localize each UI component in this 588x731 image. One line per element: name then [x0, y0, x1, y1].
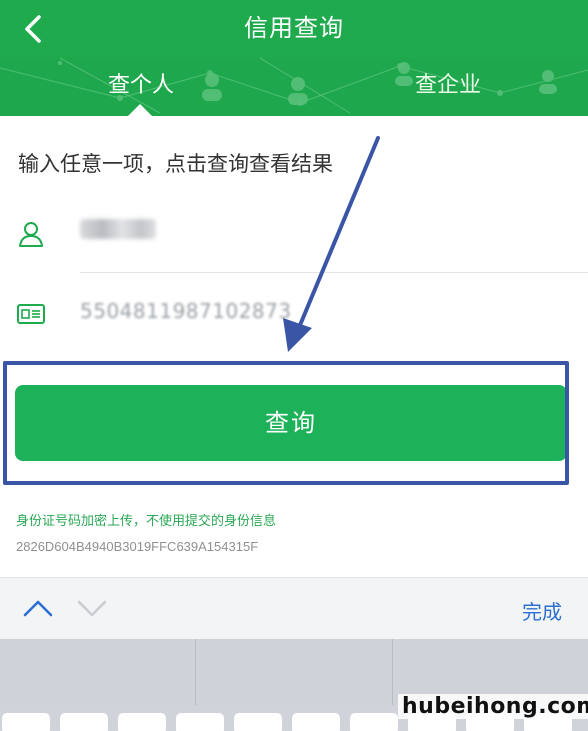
annotation-arrow — [283, 136, 380, 352]
watermark-text: hubeihong.com — [398, 694, 588, 719]
